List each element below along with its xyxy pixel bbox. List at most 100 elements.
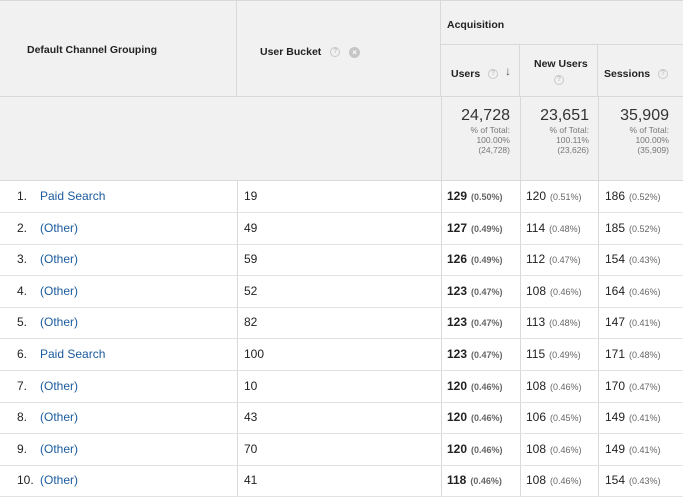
users-cell: 129 (0.50%)	[441, 181, 520, 212]
table-row: 9. (Other) 70 120 (0.46%) 108 (0.46%) 149 (0.41%…	[0, 434, 683, 466]
users-percent: (0.46%)	[471, 444, 503, 455]
sessions-cell: 164 (0.46%)	[598, 276, 683, 307]
total-sessions-label: % of Total:	[629, 125, 669, 135]
new-users-percent: (0.46%)	[550, 286, 582, 297]
sessions-cell: 170 (0.47%)	[598, 371, 683, 402]
new-users-percent: (0.46%)	[550, 381, 582, 392]
users-label-wrap: Users ?	[451, 68, 499, 80]
sessions-column-header[interactable]: Sessions ?	[598, 44, 683, 97]
channel-link[interactable]: (Other)	[40, 213, 78, 244]
sessions-percent: (0.41%)	[629, 444, 661, 455]
total-new-users-value: 23,651	[540, 107, 589, 124]
channel-link[interactable]: (Other)	[40, 371, 78, 402]
table-row: 10. (Other) 41 118 (0.46%) 108 (0.46%) 154 (0.43…	[0, 465, 683, 497]
table-row: 2. (Other) 49 127 (0.49%) 114 (0.48%) 185 (0.52%…	[0, 213, 683, 245]
total-sessions-percent: 100.00%	[635, 135, 669, 145]
sessions-percent: (0.46%)	[629, 286, 661, 297]
help-icon[interactable]: ?	[554, 75, 564, 85]
sessions-percent: (0.43%)	[629, 255, 661, 266]
users-percent: (0.46%)	[470, 476, 502, 487]
header-channel-cell[interactable]: Default Channel Grouping	[0, 0, 237, 97]
new-users-cell: 114 (0.48%)	[520, 213, 598, 244]
row-index: 5.	[17, 315, 28, 330]
channel-link[interactable]: (Other)	[40, 276, 78, 307]
help-icon[interactable]: ?	[330, 47, 341, 58]
row-index: 3.	[17, 252, 28, 267]
total-sessions: 35,909 % of Total: 100.00% (35,909)	[598, 97, 683, 181]
new-users-value: 120	[526, 189, 547, 203]
new-users-value: 108	[526, 283, 547, 298]
new-users-percent: (0.48%)	[549, 223, 581, 234]
users-value: 129	[447, 189, 468, 203]
sessions-value: 149	[605, 410, 626, 425]
channel-link[interactable]: (Other)	[40, 465, 78, 496]
help-icon[interactable]: ?	[488, 69, 499, 80]
channel-link[interactable]: (Other)	[40, 434, 78, 465]
sessions-percent: (0.41%)	[629, 318, 661, 329]
new-users-percent: (0.46%)	[550, 444, 582, 455]
new-users-value: 106	[526, 410, 547, 425]
total-sessions-count: (35,909)	[637, 145, 669, 155]
users-value: 120	[447, 410, 468, 425]
acquisition-group-header: Acquisition	[441, 0, 683, 45]
row-index: 9.	[17, 441, 28, 456]
users-cell: 120 (0.46%)	[441, 434, 520, 465]
table-row: 3. (Other) 59 126 (0.49%) 112 (0.47%) 154 (0.43%…	[0, 244, 683, 277]
sessions-value: 149	[605, 441, 626, 456]
new-users-percent: (0.46%)	[550, 476, 582, 487]
new-users-percent: (0.51%)	[550, 192, 582, 202]
help-icon[interactable]: ?	[658, 69, 669, 80]
channel-link[interactable]: (Other)	[40, 244, 78, 275]
sessions-percent: (0.43%)	[629, 476, 661, 487]
new-users-column-header[interactable]: New Users ?	[520, 44, 598, 97]
acquisition-title: Acquisition	[447, 19, 505, 31]
users-percent: (0.50%)	[471, 192, 503, 202]
users-cell: 123 (0.47%)	[441, 339, 520, 370]
new-users-cell: 106 (0.45%)	[520, 402, 598, 433]
users-cell: 123 (0.47%)	[441, 276, 520, 307]
new-users-cell: 113 (0.48%)	[520, 307, 598, 338]
users-column-header[interactable]: Users ? ↓	[441, 44, 520, 97]
user-bucket-header[interactable]: User Bucket ? ×	[260, 46, 361, 58]
sessions-label-wrap: Sessions ?	[604, 68, 669, 80]
remove-dimension-icon[interactable]: ×	[349, 46, 361, 58]
sessions-cell: 186 (0.52%)	[598, 181, 683, 212]
sort-descending-icon[interactable]: ↓	[505, 64, 511, 78]
row-index: 6.	[17, 347, 28, 361]
user-bucket-value: 59	[244, 252, 258, 267]
sessions-cell: 154 (0.43%)	[598, 465, 683, 496]
total-new-users-count: (23,626)	[557, 145, 589, 155]
users-value: 123	[447, 347, 468, 361]
sessions-percent: (0.41%)	[629, 413, 661, 424]
users-percent: (0.47%)	[471, 350, 503, 360]
table-row: 6. Paid Search 100 123 (0.47%) 115 (0.49%) 171(…	[0, 339, 683, 371]
channel-link[interactable]: (Other)	[40, 402, 78, 433]
row-index: 8.	[17, 410, 28, 425]
sessions-percent: (0.52%)	[629, 192, 661, 202]
channel-link[interactable]: Paid Search	[40, 181, 105, 212]
new-users-label: New Users	[534, 58, 588, 70]
channel-grouping-header[interactable]: Default Channel Grouping	[27, 44, 157, 56]
new-users-value: 108	[526, 441, 547, 456]
header-bucket-cell[interactable]: User Bucket ? ×	[237, 0, 441, 97]
user-bucket-label: User Bucket	[260, 46, 322, 58]
sessions-value: 186	[605, 189, 626, 203]
users-label: Users	[451, 68, 481, 80]
sessions-value: 154	[605, 473, 626, 488]
channel-link[interactable]: Paid Search	[40, 339, 105, 370]
users-percent: (0.47%)	[471, 286, 503, 297]
new-users-value: 112	[526, 252, 546, 267]
users-value: 123	[447, 315, 468, 330]
sessions-value: 147	[605, 315, 626, 330]
table-row: 4. (Other) 52 123 (0.47%) 108 (0.46%) 164 (0.46%…	[0, 276, 683, 308]
user-bucket-value: 100	[244, 347, 265, 361]
sessions-value: 171	[605, 347, 626, 361]
users-value: 120	[447, 378, 468, 393]
row-index: 1.	[17, 189, 28, 203]
user-bucket-value: 43	[244, 410, 258, 425]
sessions-value: 185	[605, 220, 626, 235]
users-value: 127	[447, 220, 468, 235]
channel-link[interactable]: (Other)	[40, 307, 78, 338]
user-bucket-value: 82	[244, 315, 258, 330]
new-users-cell: 108 (0.46%)	[520, 371, 598, 402]
